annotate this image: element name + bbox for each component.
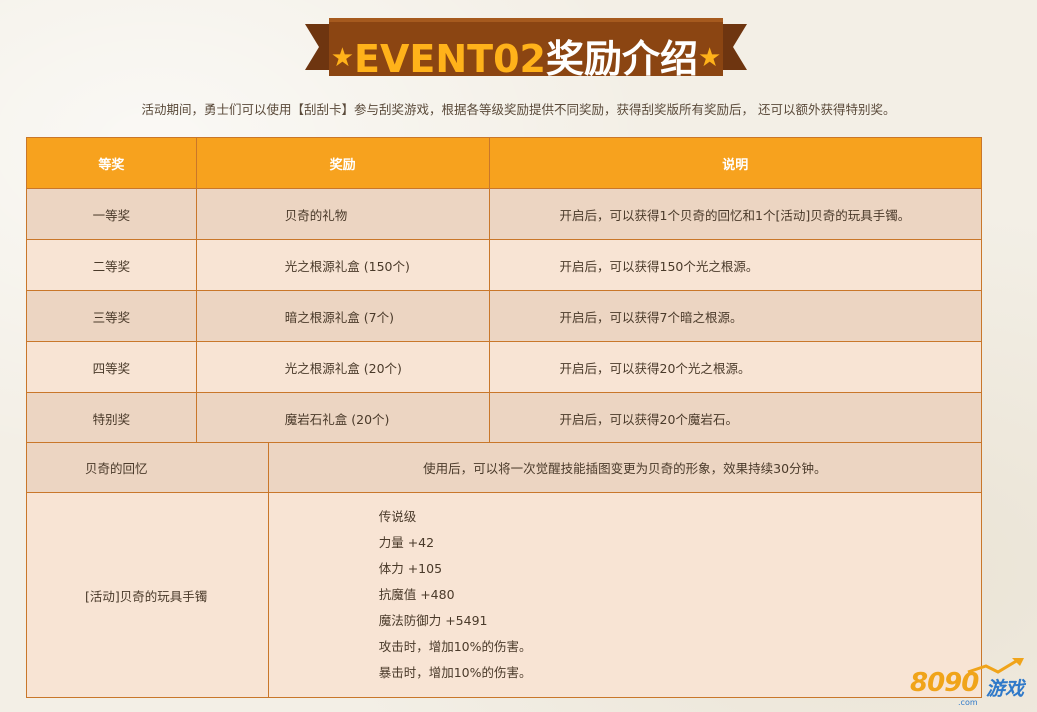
desc-cell: 开启后，可以获得1个贝奇的回忆和1个[活动]贝奇的玩具手镯。	[488, 188, 983, 240]
reward-cell: 魔岩石礼盒 (20个)	[195, 392, 490, 444]
item-stats-cell: 传说级 力量 +42 体力 +105 抗魔值 +480 魔法防御力 +5491 …	[267, 492, 983, 698]
stat-line: 暴击时，增加10%的伤害。	[378, 665, 532, 680]
stat-line: 体力 +105	[378, 561, 443, 576]
item-name-cell: [活动]贝奇的玩具手镯	[26, 492, 269, 698]
table-row: 特别奖 魔岩石礼盒 (20个) 开启后，可以获得20个魔岩石。	[26, 392, 983, 444]
table-row: 三等奖 暗之根源礼盒 (7个) 开启后，可以获得7个暗之根源。	[26, 290, 983, 342]
item-detail-table: 贝奇的回忆 使用后，可以将一次觉醒技能插图变更为贝奇的形象，效果持续30分钟。 …	[26, 442, 983, 698]
desc-cell: 开启后，可以获得20个光之根源。	[488, 341, 983, 393]
table-row: 四等奖 光之根源礼盒 (20个) 开启后，可以获得20个光之根源。	[26, 341, 983, 393]
banner-title-cn: 奖励介绍	[545, 37, 698, 81]
event-banner: ★EVENT02奖励介绍★	[305, 16, 747, 81]
table-row: 一等奖 贝奇的礼物 开启后，可以获得1个贝奇的回忆和1个[活动]贝奇的玩具手镯。	[26, 188, 983, 240]
table-row: [活动]贝奇的玩具手镯 传说级 力量 +42 体力 +105 抗魔值 +480 …	[26, 492, 983, 698]
header-reward: 奖励	[195, 137, 490, 189]
banner-title-en: EVENT02	[354, 37, 546, 81]
item-desc-cell: 使用后，可以将一次觉醒技能插图变更为贝奇的形象，效果持续30分钟。	[267, 442, 983, 493]
intro-text: 活动期间，勇士们可以使用【刮刮卡】参与刮奖游戏，根据各等级奖励提供不同奖励，获得…	[141, 102, 896, 117]
watermark-text: 游戏	[986, 678, 1025, 700]
desc-cell: 开启后，可以获得7个暗之根源。	[488, 290, 983, 342]
banner-title: ★EVENT02奖励介绍★	[305, 28, 747, 83]
watermark-number: 8090	[910, 668, 979, 698]
tier-cell: 特别奖	[26, 392, 197, 444]
reward-cell: 贝奇的礼物	[195, 188, 490, 240]
tier-cell: 二等奖	[26, 239, 197, 291]
stat-line: 魔法防御力 +5491	[378, 613, 488, 628]
star-left-icon: ★	[330, 43, 355, 73]
watermark-sub: .com	[958, 698, 978, 707]
desc-cell: 开启后，可以获得20个魔岩石。	[488, 392, 983, 444]
reward-cell: 光之根源礼盒 (150个)	[195, 239, 490, 291]
header-tier: 等奖	[26, 137, 197, 189]
stat-line: 抗魔值 +480	[378, 587, 455, 602]
stat-line: 攻击时，增加10%的伤害。	[378, 639, 532, 654]
table-row: 二等奖 光之根源礼盒 (150个) 开启后，可以获得150个光之根源。	[26, 239, 983, 291]
star-right-icon: ★	[697, 43, 722, 73]
reward-table-header: 等奖 奖励 说明	[26, 137, 983, 189]
item-name-cell: 贝奇的回忆	[26, 442, 269, 493]
tier-cell: 三等奖	[26, 290, 197, 342]
tier-cell: 一等奖	[26, 188, 197, 240]
tier-cell: 四等奖	[26, 341, 197, 393]
reward-cell: 暗之根源礼盒 (7个)	[195, 290, 490, 342]
header-desc: 说明	[488, 137, 983, 189]
table-row: 贝奇的回忆 使用后，可以将一次觉醒技能插图变更为贝奇的形象，效果持续30分钟。	[26, 442, 983, 493]
site-watermark-logo: 8090 游戏 .com	[906, 658, 1032, 708]
desc-cell: 开启后，可以获得150个光之根源。	[488, 239, 983, 291]
stat-line: 传说级	[378, 509, 417, 524]
reward-table: 等奖 奖励 说明 一等奖 贝奇的礼物 开启后，可以获得1个贝奇的回忆和1个[活动…	[26, 137, 983, 444]
stat-line: 力量 +42	[378, 535, 435, 550]
reward-cell: 光之根源礼盒 (20个)	[195, 341, 490, 393]
